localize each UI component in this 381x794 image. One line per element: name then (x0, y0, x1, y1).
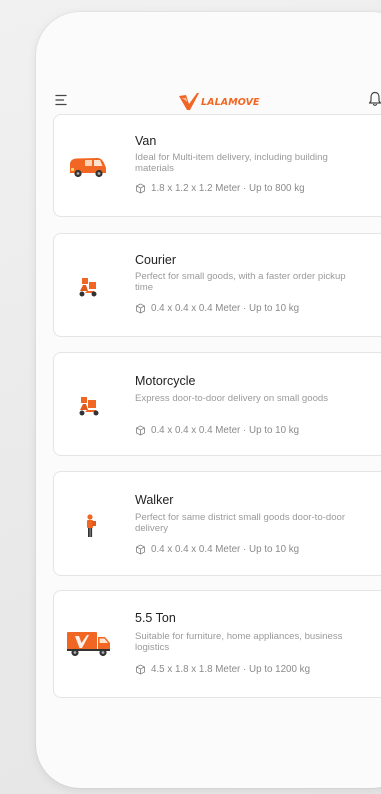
lalamove-logo-icon (179, 93, 199, 110)
vehicle-card-courier[interactable]: Courier Perfect for small goods, with a … (53, 233, 381, 337)
truck-icon (67, 632, 110, 657)
vehicle-name: Van (135, 134, 157, 148)
vehicle-card-walker[interactable]: Walker Perfect for same district small g… (53, 471, 381, 576)
van-icon (70, 158, 106, 178)
vehicle-spec-text: 0.4 x 0.4 x 0.4 Meter · Up to 10 kg (151, 303, 300, 314)
box-icon (136, 183, 145, 194)
vehicle-spec: 4.5 x 1.8 x 1.8 Meter · Up to 1200 kg (135, 664, 310, 675)
vehicle-name: Walker (135, 493, 174, 507)
vehicle-spec-text: 0.4 x 0.4 x 0.4 Meter · Up to 10 kg (151, 544, 300, 555)
box-icon (136, 544, 145, 555)
motorcycle-icon (79, 397, 99, 416)
vehicle-card-5-5-ton[interactable]: 5.5 Ton Suitable for furniture, home app… (53, 590, 381, 698)
page-background: LALAMOVE Van Ideal for Multi-item delive… (0, 0, 381, 794)
vehicle-description: Ideal for Multi-item delivery, including… (135, 152, 328, 174)
box-icon (136, 425, 145, 436)
vehicle-description: Suitable for furniture, home appliances,… (135, 631, 343, 653)
box-icon (136, 664, 145, 675)
app-logo: LALAMOVE (178, 90, 260, 112)
vehicle-name: 5.5 Ton (135, 611, 176, 625)
vehicle-spec: 0.4 x 0.4 x 0.4 Meter · Up to 10 kg (135, 425, 299, 436)
vehicle-spec-text: 0.4 x 0.4 x 0.4 Meter · Up to 10 kg (151, 425, 300, 436)
vehicle-description: Perfect for small goods, with a faster o… (135, 271, 346, 293)
vehicle-description: Perfect for same district small goods do… (135, 512, 346, 534)
vehicle-description: Express door-to-door delivery on small g… (135, 393, 329, 404)
phone-frame: LALAMOVE Van Ideal for Multi-item delive… (36, 12, 381, 788)
vehicle-spec: 1.8 x 1.2 x 1.2 Meter · Up to 800 kg (135, 183, 305, 194)
vehicle-spec-text: 4.5 x 1.8 x 1.8 Meter · Up to 1200 kg (151, 664, 311, 675)
courier-scooter-icon (79, 278, 97, 297)
vehicle-spec: 0.4 x 0.4 x 0.4 Meter · Up to 10 kg (135, 544, 299, 555)
vehicle-spec-text: 1.8 x 1.2 x 1.2 Meter · Up to 800 kg (151, 183, 305, 194)
vehicle-card-motorcycle[interactable]: Motorcycle Express door-to-door delivery… (53, 352, 381, 456)
logo-text: LALAMOVE (201, 97, 260, 108)
walker-icon (87, 514, 96, 537)
bell-icon[interactable] (368, 91, 381, 107)
box-icon (136, 303, 145, 314)
vehicle-name: Motorcycle (135, 374, 196, 388)
menu-icon[interactable] (54, 92, 70, 108)
vehicle-card-van[interactable]: Van Ideal for Multi-item delivery, inclu… (53, 114, 381, 217)
vehicle-spec: 0.4 x 0.4 x 0.4 Meter · Up to 10 kg (135, 303, 299, 314)
vehicle-name: Courier (135, 253, 176, 267)
